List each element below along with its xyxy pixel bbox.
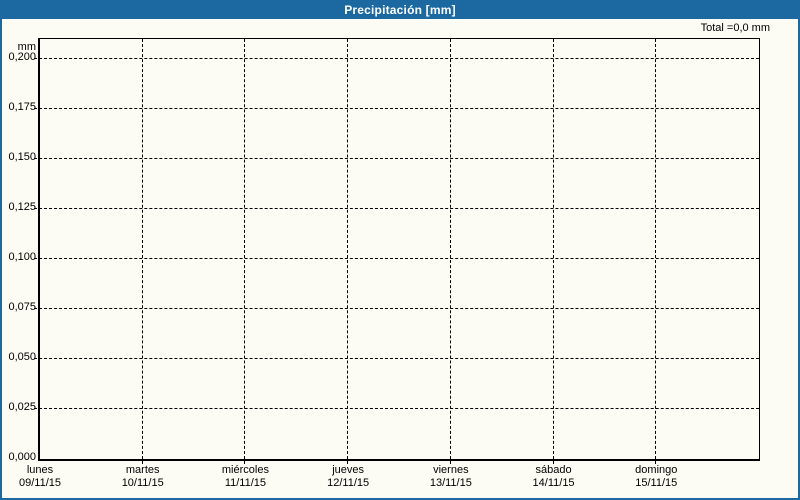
x-tick-date: 12/11/15 — [327, 477, 370, 489]
x-tick-date: 09/11/15 — [18, 477, 61, 489]
y-tick-label: 0,150 — [8, 151, 36, 163]
x-tick-date: 13/11/15 — [429, 477, 472, 489]
y-tick-label: 0,000 — [8, 451, 36, 463]
h-gridline — [34, 258, 759, 259]
v-gridline — [244, 39, 246, 464]
x-tick-label: domingo 15/11/15 — [601, 464, 711, 490]
total-annotation: Total =0,0 mm — [700, 22, 770, 34]
x-tick-day: lunes — [26, 464, 54, 476]
h-gridline — [34, 58, 759, 59]
x-tick-date: 11/11/15 — [224, 477, 267, 489]
x-tick-label: viernes 13/11/15 — [396, 464, 506, 490]
v-gridline — [347, 39, 349, 464]
h-gridline — [34, 208, 759, 209]
x-tick-day: domingo — [635, 464, 678, 476]
y-tick-label: 0,075 — [8, 301, 36, 313]
x-tick-day: sábado — [535, 464, 572, 476]
x-tick-label: martes 10/11/15 — [88, 464, 198, 490]
chart-title-bar: Precipitación [mm] — [2, 2, 798, 19]
x-tick-day: jueves — [332, 464, 365, 476]
h-gridline — [34, 408, 759, 409]
h-gridline — [34, 358, 759, 359]
x-tick-label: jueves 12/11/15 — [293, 464, 403, 490]
y-tick-label: 0,125 — [8, 201, 36, 213]
v-gridline — [655, 39, 657, 464]
x-tick-label: sábado 14/11/15 — [499, 464, 609, 490]
h-gridline — [34, 308, 759, 309]
x-tick-date: 15/11/15 — [635, 477, 678, 489]
y-tick-label: 0,175 — [8, 101, 36, 113]
y-tick-label: 0,100 — [8, 251, 36, 263]
chart-title: Precipitación [mm] — [344, 3, 456, 17]
y-tick-label: 0,200 — [8, 51, 36, 63]
h-gridline — [34, 108, 759, 109]
v-gridline — [449, 39, 451, 464]
y-tick-label: 0,025 — [8, 401, 36, 413]
x-tick-day: miércoles — [221, 464, 269, 476]
plot-area — [34, 38, 760, 464]
h-gridline — [34, 158, 759, 159]
x-tick-day: martes — [125, 464, 160, 476]
precipitation-chart-window: Precipitación [mm] Total =0,0 mm mm 0,20… — [0, 0, 800, 500]
x-tick-day: viernes — [433, 464, 469, 476]
v-gridline — [552, 39, 554, 464]
x-tick-label: miércoles 11/11/15 — [190, 464, 300, 490]
x-tick-date: 10/11/15 — [121, 477, 164, 489]
x-tick-label: lunes 09/11/15 — [2, 464, 95, 490]
y-tick-label: 0,050 — [8, 351, 36, 363]
v-gridline — [141, 39, 143, 464]
x-tick-date: 14/11/15 — [532, 477, 575, 489]
